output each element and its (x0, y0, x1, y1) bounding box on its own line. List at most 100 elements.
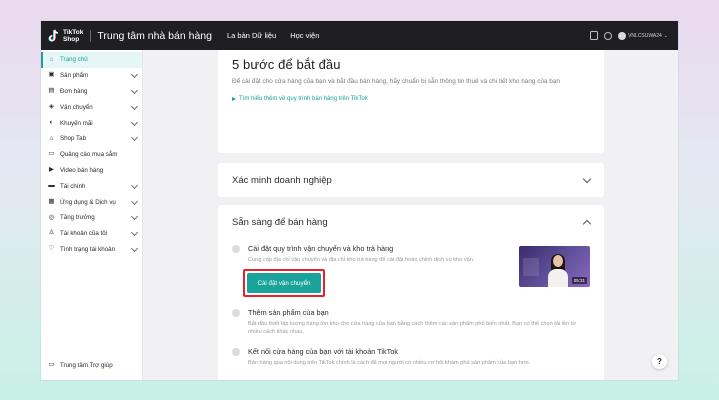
ready-to-sell-section: Sẵn sàng để bán hàng Cài đặt quy trình v… (218, 205, 604, 380)
sidebar-item[interactable]: ◎ Tăng trưởng (41, 210, 142, 226)
sidebar-item-label: Tình trạng tài khoản (60, 245, 116, 253)
help-center-link[interactable]: ▭ Trung tâm Trợ giúp (48, 361, 113, 370)
play-icon (232, 97, 236, 101)
sidebar-item[interactable]: ◈ Vận chuyển (41, 99, 142, 115)
top-bar: TikTok Shop Trung tâm nhà bán hàng La bà… (41, 21, 678, 50)
tiktok-shop-logo[interactable]: TikTok Shop (48, 29, 83, 43)
nav-data-compass[interactable]: La bàn Dữ liệu (227, 31, 276, 40)
chevron-down-icon[interactable] (582, 174, 592, 183)
chevron-up-icon[interactable] (582, 219, 592, 228)
step-shipping-setup: Cài đặt quy trình vận chuyển và kho trả … (232, 244, 507, 297)
chevron-down-icon[interactable] (130, 71, 139, 79)
learn-more-link[interactable]: Tìm hiểu thêm về quy trình bán hàng trên… (232, 96, 591, 102)
sidebar-item-label: Tài khoản của tôi (60, 230, 108, 238)
order-icon: ▤ (48, 87, 55, 95)
tiktok-logo-icon (48, 29, 60, 43)
sidebar-item-label: Trang chủ (60, 56, 88, 64)
help-button[interactable]: ? (652, 354, 667, 369)
sidebar-item[interactable]: ◐ Khuyến mãi (41, 115, 142, 131)
sidebar-item-label: Video bán hàng (60, 166, 104, 174)
divider (90, 29, 92, 42)
step-title: Cài đặt quy trình vận chuyển và kho trả … (248, 244, 394, 253)
verify-business-section[interactable]: Xác minh doanh nghiệp (218, 163, 604, 197)
chevron-down-icon[interactable] (130, 181, 139, 189)
sidebar-item-label: Sản phẩm (60, 72, 89, 80)
chevron-down-icon: ⌄ (663, 32, 668, 39)
learn-more-label: Tìm hiểu thêm về quy trình bán hàng trên… (239, 96, 368, 102)
top-bar-actions: VNLCSUWA24 ⌄ (590, 31, 668, 40)
support-icon[interactable] (604, 31, 613, 40)
chevron-down-icon[interactable] (130, 197, 139, 205)
account-icon: ♙ (48, 229, 55, 237)
chevron-down-icon[interactable] (130, 102, 139, 110)
ready-to-sell-header[interactable]: Sẵn sàng để bán hàng (232, 205, 592, 239)
help-center-label: Trung tâm Trợ giúp (60, 362, 113, 369)
sidebar-item[interactable]: ♡ Tình trạng tài khoản (41, 242, 142, 258)
shop-icon: ⌂ (49, 134, 54, 142)
main-content: 5 bước để bắt đầu Để cài đặt cho cửa hàn… (143, 50, 678, 380)
verify-business-title: Xác minh doanh nghiệp (232, 174, 332, 186)
apps-icon: ▦ (48, 197, 55, 205)
step-status-icon (232, 309, 240, 317)
sidebar-item-label: Tăng trưởng (60, 214, 95, 222)
page-title: 5 bước để bắt đầu (232, 57, 341, 72)
seller-center-window: TikTok Shop Trung tâm nhà bán hàng La bà… (41, 21, 678, 380)
step-add-products: Thêm sản phẩm của bạn Bắt đầu thiết lập … (232, 308, 582, 336)
sidebar-item[interactable]: ▦ Ứng dụng & Dịch vụ (41, 194, 142, 210)
user-menu[interactable]: VNLCSUWA24 ⌄ (618, 31, 668, 40)
video-background-panel (523, 258, 539, 276)
sidebar-item[interactable]: ▶ Video bán hàng (41, 163, 142, 179)
chevron-down-icon[interactable] (130, 244, 139, 252)
sidebar-item[interactable]: ♙ Tài khoản của tôi (41, 226, 142, 242)
sidebar-item[interactable]: ⌂ Trang chủ (41, 52, 142, 68)
account-health-icon: ♡ (48, 245, 55, 253)
sidebar-item-label: Vận chuyển (60, 103, 93, 111)
step-title: Thêm sản phẩm của bạn (248, 308, 329, 317)
app-title: Trung tâm nhà bán hàng (97, 29, 212, 42)
sidebar-item[interactable]: ▣ Sản phẩm (41, 68, 142, 84)
avatar (618, 31, 627, 40)
sidebar-item[interactable]: ⌂ Shop Tab (41, 131, 142, 147)
user-name: VNLCSUWA24 (628, 32, 662, 39)
sidebar-item[interactable]: ▭ Quảng cáo mua sắm (41, 147, 142, 163)
nav-academy[interactable]: Học viện (290, 31, 319, 40)
step-status-icon (232, 245, 240, 253)
sidebar-item-label: Quảng cáo mua sắm (60, 151, 118, 159)
logo-line-2: Shop (63, 35, 80, 43)
step-description: Bán hàng qua nội dung trên TikTok chính … (248, 360, 531, 366)
video-duration: 05:31 (571, 277, 587, 284)
getting-started-card: 5 bước để bắt đầu Để cài đặt cho cửa hàn… (218, 50, 604, 153)
sidebar-item[interactable]: ▤ Đơn hàng (41, 84, 142, 100)
chevron-down-icon[interactable] (130, 134, 139, 142)
sidebar-item-label: Ứng dụng & Dịch vụ (60, 198, 116, 206)
tutorial-video-thumbnail[interactable]: 05:31 (519, 246, 590, 287)
getting-started-description: Để cài đặt cho cửa hàng của bạn và bắt đ… (232, 78, 560, 85)
growth-icon: ◎ (48, 213, 55, 221)
promotion-icon: ◐ (49, 118, 54, 126)
help-center-icon: ▭ (48, 361, 55, 369)
sidebar-item-label: Shop Tab (60, 135, 87, 143)
sidebar: ⌂ Trang chủ ▣ Sản phẩm ▤ Đơn hàng ◈ Vận chuyển ◐… (41, 50, 143, 380)
device-icon[interactable] (590, 31, 599, 40)
video-icon: ▶ (49, 166, 54, 174)
shipping-icon: ◈ (49, 103, 54, 111)
highlight-box: Cài đặt vận chuyển (243, 269, 325, 297)
sidebar-item-label: Khuyến mãi (60, 119, 93, 127)
chevron-down-icon[interactable] (130, 86, 139, 95)
step-status-icon (232, 348, 240, 356)
step-title: Kết nối cửa hàng của bạn với tài khoản T… (248, 347, 399, 356)
finance-icon: ▬ (48, 182, 55, 190)
ready-to-sell-title: Sẵn sàng để bán hàng (232, 216, 328, 228)
step-description: Bắt đầu thiết lập lượng hàng tồn kho cho… (248, 321, 577, 335)
home-icon: ⌂ (49, 55, 54, 63)
logo-line-1: TikTok (63, 28, 84, 36)
presenter-image (548, 254, 568, 287)
shipping-setup-button[interactable]: Cài đặt vận chuyển (247, 273, 321, 293)
chevron-down-icon[interactable] (130, 213, 139, 221)
step-description: Cung cấp địa chỉ vận chuyển và địa chỉ k… (248, 257, 475, 263)
chevron-down-icon[interactable] (130, 229, 139, 237)
step-connect-tiktok: Kết nối cửa hàng của bạn với tài khoản T… (232, 347, 582, 367)
sidebar-item[interactable]: ▬ Tài chính (41, 178, 142, 194)
sidebar-item-label: Đơn hàng (60, 87, 88, 95)
chevron-down-icon[interactable] (130, 118, 139, 126)
